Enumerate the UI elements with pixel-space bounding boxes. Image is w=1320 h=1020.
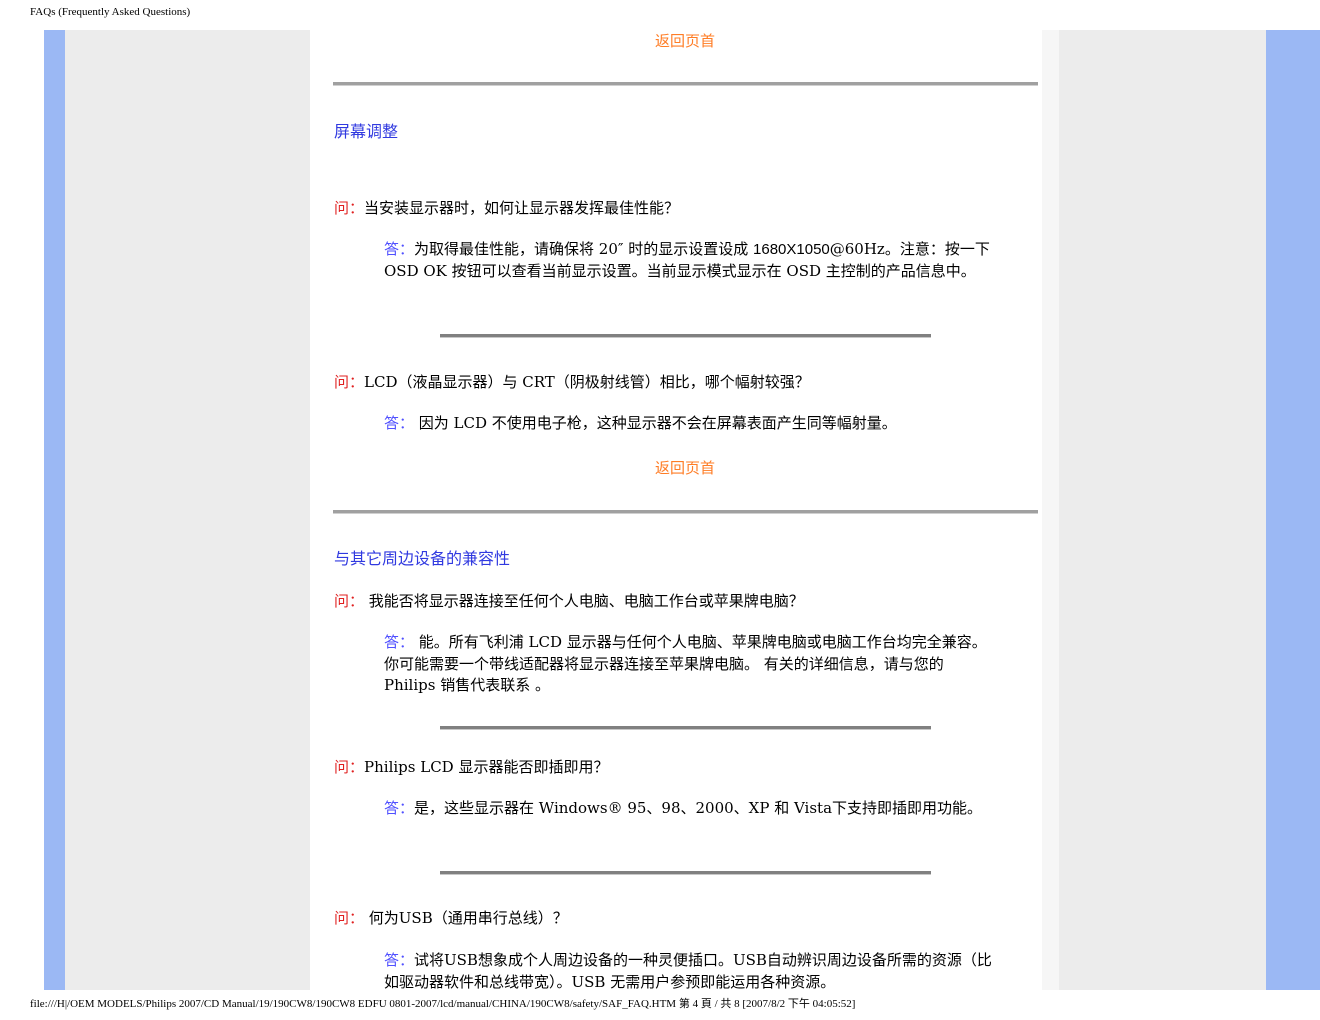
question-optimal-performance: 问：当安装显示器时，如何让显示器发挥最佳性能？ bbox=[334, 197, 1024, 218]
answer-usb: 答：试将USB想象成个人周边设备的一种灵便插口。USB自动辨识周边设备所需的资源… bbox=[384, 950, 994, 990]
left-blue-stripe bbox=[44, 30, 65, 990]
page-header: FAQs (Frequently Asked Questions) bbox=[30, 6, 191, 18]
answer-label: 答： bbox=[384, 799, 415, 817]
question-divider bbox=[440, 726, 931, 730]
answer-text: 为取得最佳性能，请确保将 20″ 时的显示设置设成 bbox=[414, 240, 754, 258]
question-text: 我能否将显示器连接至任何个人电脑、电脑工作台或苹果牌电脑？ bbox=[364, 592, 804, 610]
question-divider bbox=[440, 871, 931, 875]
answer-label: 答： bbox=[384, 951, 415, 969]
question-text: Philips LCD 显示器能否即插即用？ bbox=[364, 758, 609, 776]
section-title-screen: 屏幕调整 bbox=[334, 122, 399, 141]
answer-label: 答： bbox=[384, 414, 415, 432]
answer-label: 答： bbox=[384, 633, 415, 651]
section-title-compatibility: 与其它周边设备的兼容性 bbox=[334, 549, 511, 568]
question-divider bbox=[440, 334, 931, 338]
question-label: 问： bbox=[334, 199, 365, 217]
question-radiation: 问：LCD（液晶显示器）与 CRT（阴极射线管）相比，哪个幅射较强？ bbox=[334, 371, 1024, 392]
answer-text: 因为 LCD 不使用电子枪，这种显示器不会在屏幕表面产生同等幅射量。 bbox=[414, 414, 897, 432]
question-plug-and-play: 问：Philips LCD 显示器能否即插即用？ bbox=[334, 756, 1024, 777]
page-footer: file:///H|/OEM MODELS/Philips 2007/CD Ma… bbox=[30, 998, 856, 1010]
right-blue-stripe bbox=[1266, 30, 1320, 990]
section-divider bbox=[333, 510, 1038, 514]
question-text: 当安装显示器时，如何让显示器发挥最佳性能？ bbox=[364, 199, 680, 217]
answer-optimal-performance: 答：为取得最佳性能，请确保将 20″ 时的显示设置设成 1680X1050@60… bbox=[384, 239, 994, 282]
question-text: 何为USB（通用串行总线）？ bbox=[364, 909, 568, 927]
faq-content: 返回页首 屏幕调整 问：当安装显示器时，如何让显示器发挥最佳性能？ 答：为取得最… bbox=[310, 30, 1042, 990]
answer-text: 试将USB想象成个人周边设备的一种灵便插口。USB自动辨识周边设备所需的资源（比… bbox=[384, 951, 992, 990]
question-label: 问： bbox=[334, 373, 365, 391]
answer-text: 能。所有飞利浦 LCD 显示器与任何个人电脑、苹果牌电脑或电脑工作台均完全兼容。… bbox=[384, 633, 987, 694]
right-gray-margin bbox=[1059, 30, 1266, 990]
left-gray-margin bbox=[65, 30, 310, 990]
right-light-margin bbox=[1042, 30, 1059, 990]
question-label: 问： bbox=[334, 592, 365, 610]
question-label: 问： bbox=[334, 909, 365, 927]
question-label: 问： bbox=[334, 758, 365, 776]
question-pc-compatibility: 问： 我能否将显示器连接至任何个人电脑、电脑工作台或苹果牌电脑？ bbox=[334, 590, 1024, 611]
answer-resolution: 1680X1050 bbox=[753, 241, 830, 258]
back-to-top-link[interactable]: 返回页首 bbox=[655, 30, 715, 51]
section-divider bbox=[333, 82, 1038, 86]
answer-plug-and-play: 答：是，这些显示器在 Windows® 95、98、2000、XP 和 Vist… bbox=[384, 798, 994, 820]
answer-text: 是，这些显示器在 Windows® 95、98、2000、XP 和 Vista下… bbox=[414, 799, 983, 817]
answer-pc-compatibility: 答： 能。所有飞利浦 LCD 显示器与任何个人电脑、苹果牌电脑或电脑工作台均完全… bbox=[384, 632, 994, 697]
question-text: LCD（液晶显示器）与 CRT（阴极射线管）相比，哪个幅射较强？ bbox=[364, 373, 810, 391]
back-to-top-link[interactable]: 返回页首 bbox=[655, 457, 715, 478]
answer-radiation: 答： 因为 LCD 不使用电子枪，这种显示器不会在屏幕表面产生同等幅射量。 bbox=[384, 413, 994, 435]
question-usb: 问： 何为USB（通用串行总线）？ bbox=[334, 907, 1024, 928]
answer-label: 答： bbox=[384, 240, 415, 258]
